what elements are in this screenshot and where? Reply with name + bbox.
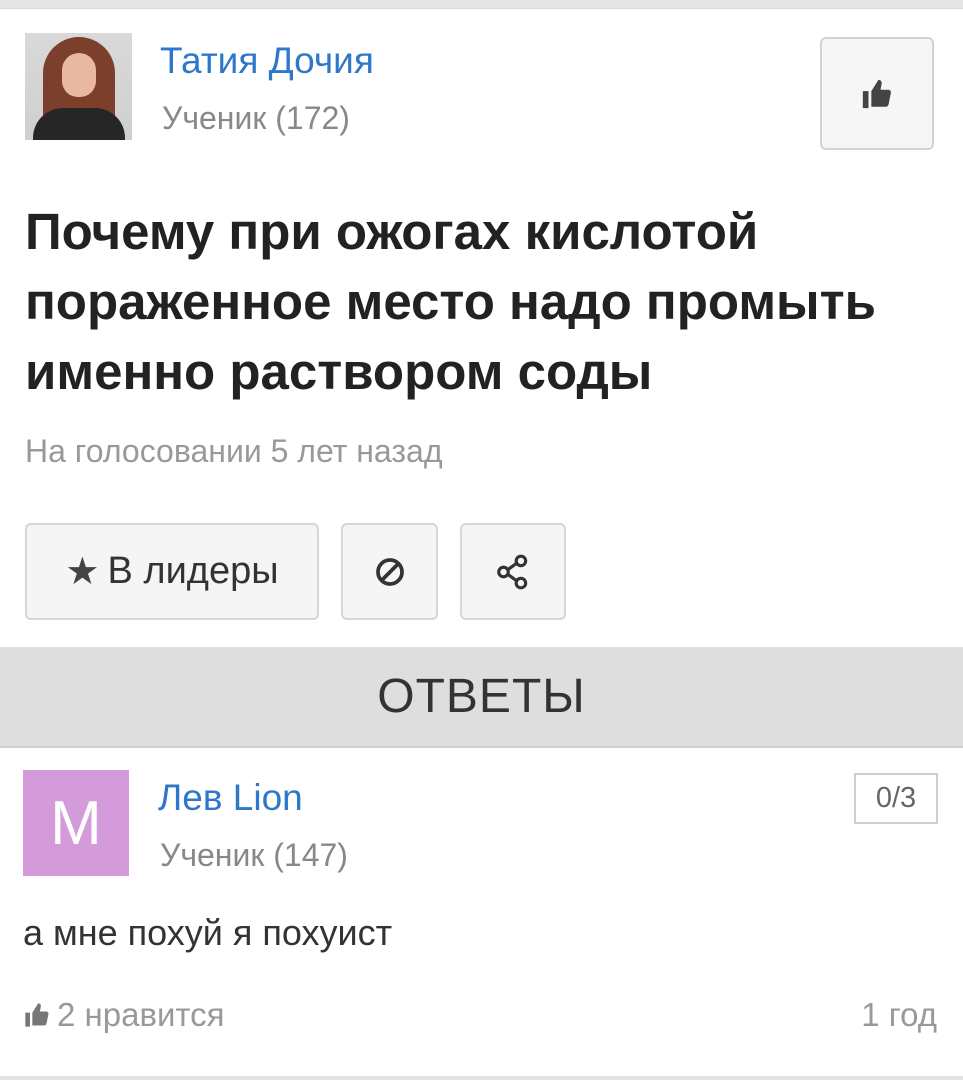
- to-leaders-button[interactable]: ★ В лидеры: [25, 523, 319, 620]
- thumbs-up-icon: [25, 1003, 49, 1027]
- top-divider: [0, 0, 963, 9]
- answer-author-avatar[interactable]: M: [23, 770, 129, 876]
- bottom-divider: [0, 1076, 963, 1080]
- thumbs-up-icon: [862, 79, 891, 108]
- to-leaders-label: В лидеры: [107, 550, 279, 592]
- question-author-rank: Ученик (172): [162, 100, 350, 136]
- like-button[interactable]: [820, 37, 934, 150]
- answer-score-badge: 0/3: [854, 773, 938, 824]
- report-button[interactable]: [341, 523, 438, 620]
- question-author-avatar[interactable]: [25, 33, 132, 140]
- share-icon: [497, 554, 528, 589]
- answer-like-button[interactable]: 2 нравится: [23, 996, 225, 1034]
- answer-author-rank: Ученик (147): [160, 837, 348, 873]
- question-status: На голосовании 5 лет назад: [25, 433, 443, 469]
- answer-author-name[interactable]: Лев Lion: [158, 777, 303, 819]
- star-icon: ★: [65, 551, 100, 593]
- share-button[interactable]: [460, 523, 566, 620]
- answer-likes-count: 2 нравится: [57, 996, 225, 1033]
- answers-header: ОТВЕТЫ: [0, 647, 963, 748]
- question-title: Почему при ожогах кислотой пораженное ме…: [25, 203, 876, 400]
- block-icon: [375, 557, 404, 586]
- answer-text: а мне похуй я похуист: [23, 912, 393, 953]
- question-author-name[interactable]: Татия Дочия: [160, 40, 374, 82]
- answer-time: 1 год: [861, 996, 937, 1033]
